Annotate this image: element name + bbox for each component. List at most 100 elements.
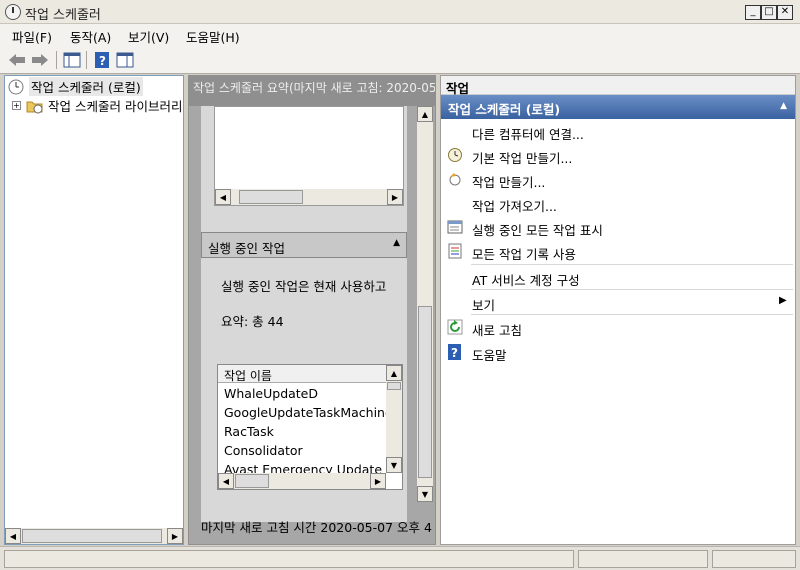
tree-item-label: 작업 스케줄러 라이브러리 <box>48 99 183 114</box>
folder-clock-icon <box>26 101 43 113</box>
help-button[interactable]: ? <box>91 50 113 70</box>
clock-icon <box>8 79 24 94</box>
horizontal-scrollbar[interactable]: ◀ ▶ <box>215 189 403 205</box>
scroll-right-arrow[interactable]: ▶ <box>387 189 403 205</box>
console-tree-icon <box>63 52 81 68</box>
window-title: 작업 스케줄러 <box>25 8 101 23</box>
status-cell <box>712 550 796 568</box>
running-tasks-icon <box>447 220 463 234</box>
svg-text:?: ? <box>99 54 106 68</box>
help-icon: ? <box>95 52 109 68</box>
running-tasks-section-header[interactable]: 실행 중인 작업 ▲ <box>201 232 407 258</box>
action-enable-history[interactable]: 모든 작업 기록 사용 <box>441 239 795 263</box>
help-icon: ? <box>448 344 461 360</box>
column-header-task-name[interactable]: 작업 이름 <box>218 365 386 383</box>
action-label: 실행 중인 모든 작업 표시 <box>472 223 603 238</box>
scroll-up-arrow[interactable]: ▲ <box>386 365 402 381</box>
list-item[interactable]: Consolidator <box>224 443 303 458</box>
scroll-down-arrow[interactable]: ▼ <box>386 457 402 473</box>
action-create-task[interactable]: 작업 만들기... <box>441 167 795 191</box>
back-button[interactable] <box>6 50 28 70</box>
submenu-arrow-icon: ▶ <box>779 295 787 306</box>
scroll-left-arrow[interactable]: ◀ <box>215 189 231 205</box>
summary-count: 요약: 총 44 <box>221 314 284 329</box>
action-label: 새로 고침 <box>472 323 522 338</box>
clock-icon <box>5 4 21 20</box>
toolbar-separator <box>56 51 57 69</box>
action-label: 모든 작업 기록 사용 <box>472 247 576 262</box>
summary-header: 작업 스케줄러 요약(마지막 새로 고침: 2020-05 <box>189 76 435 106</box>
status-bar <box>0 546 800 570</box>
task-list: 작업 이름 WhaleUpdateD GoogleUpdateTaskMachi… <box>217 364 403 490</box>
scroll-down-arrow[interactable]: ▼ <box>417 486 433 502</box>
group-title: 작업 스케줄러 (로컬) <box>448 102 561 117</box>
title-bar: 작업 스케줄러 _ □ ✕ <box>0 0 800 24</box>
horizontal-scrollbar[interactable]: ◀ ▶ <box>218 473 386 489</box>
show-actions-button[interactable] <box>114 50 136 70</box>
action-help[interactable]: ? 도움말 <box>441 340 795 364</box>
action-label: 작업 만들기... <box>472 175 546 190</box>
action-configure-at-service[interactable]: AT 서비스 계정 구성 <box>441 265 795 289</box>
menu-bar: 파일(F) 동작(A) 보기(V) 도움말(H) <box>0 24 800 46</box>
vertical-scrollbar[interactable]: ▲ ▼ <box>417 106 433 502</box>
action-label: 기본 작업 만들기... <box>472 151 573 166</box>
menu-view[interactable]: 보기(V) <box>128 27 169 46</box>
forward-button[interactable] <box>29 50 51 70</box>
menu-action[interactable]: 동작(A) <box>70 27 111 46</box>
list-item[interactable]: WhaleUpdateD <box>224 386 318 401</box>
scroll-left-arrow[interactable]: ◀ <box>218 473 234 489</box>
action-create-basic-task[interactable]: 기본 작업 만들기... <box>441 143 795 167</box>
actions-title: 작업 <box>441 76 795 96</box>
menu-help[interactable]: 도움말(H) <box>186 27 240 46</box>
actions-group-header[interactable]: 작업 스케줄러 (로컬) ▲ <box>441 95 795 119</box>
forward-arrow-icon <box>32 54 48 66</box>
scroll-thumb[interactable] <box>387 382 401 390</box>
section-description: 실행 중인 작업은 현재 사용하고 <box>221 279 387 294</box>
svg-text:?: ? <box>451 346 458 360</box>
horizontal-scrollbar[interactable]: ◀ ▶ <box>5 528 183 544</box>
action-label: 도움말 <box>472 348 507 363</box>
action-import-task[interactable]: 작업 가져오기... <box>441 191 795 215</box>
expand-icon[interactable]: + <box>12 101 21 110</box>
action-connect[interactable]: 다른 컴퓨터에 연결... <box>441 119 795 143</box>
scroll-thumb[interactable] <box>418 306 432 478</box>
tree-root-label: 작업 스케줄러 (로컬) <box>29 77 143 96</box>
scroll-thumb[interactable] <box>235 474 269 488</box>
status-cell <box>4 550 574 568</box>
list-item[interactable]: GoogleUpdateTaskMachineUA <box>224 405 402 420</box>
actions-pane: 작업 작업 스케줄러 (로컬) ▲ 다른 컴퓨터에 연결... 기본 작업 만들… <box>440 75 796 545</box>
tree-item-library[interactable]: + 작업 스케줄러 라이브러리 <box>12 97 184 114</box>
scroll-right-arrow[interactable]: ▶ <box>167 528 183 544</box>
create-task-icon <box>449 173 461 186</box>
summary-content: ◀ ▶ 실행 중인 작업 ▲ 실행 중인 작업은 현재 사용하고 요약: 총 4… <box>201 106 407 522</box>
back-arrow-icon <box>9 54 25 66</box>
toolbar-separator <box>86 51 87 69</box>
collapse-icon[interactable]: ▲ <box>780 101 787 111</box>
action-label: 보기 <box>472 298 496 313</box>
show-tree-button[interactable] <box>61 50 83 70</box>
last-refresh-text: 마지막 새로 고침 시간 2020-05-07 오후 4: <box>201 520 433 535</box>
summary-pane: 작업 스케줄러 요약(마지막 새로 고침: 2020-05 ◀ ▶ 실행 중인 … <box>188 75 436 545</box>
toolbar: ? <box>0 46 800 74</box>
minimize-button[interactable]: _ <box>745 5 761 20</box>
status-cell <box>578 550 708 568</box>
scroll-left-arrow[interactable]: ◀ <box>5 528 21 544</box>
refresh-icon <box>447 319 463 335</box>
action-show-running-tasks[interactable]: 실행 중인 모든 작업 표시 <box>441 215 795 239</box>
action-view[interactable]: 보기 ▶ <box>441 290 795 314</box>
action-refresh[interactable]: 새로 고침 <box>441 315 795 339</box>
action-pane-icon <box>116 52 134 68</box>
top-list-box: ◀ ▶ <box>214 106 404 206</box>
scroll-thumb[interactable] <box>22 529 162 543</box>
menu-file[interactable]: 파일(F) <box>12 27 52 46</box>
section-title: 실행 중인 작업 <box>208 241 285 256</box>
scroll-right-arrow[interactable]: ▶ <box>370 473 386 489</box>
scroll-up-arrow[interactable]: ▲ <box>417 106 433 122</box>
scroll-thumb[interactable] <box>239 190 303 204</box>
maximize-button[interactable]: □ <box>761 5 777 20</box>
collapse-icon[interactable]: ▲ <box>393 238 400 248</box>
tree-root[interactable]: 작업 스케줄러 (로컬) <box>8 77 182 96</box>
close-button[interactable]: ✕ <box>777 5 793 20</box>
list-item[interactable]: RacTask <box>224 424 274 439</box>
vertical-scrollbar[interactable]: ▲ ▼ <box>386 365 402 473</box>
